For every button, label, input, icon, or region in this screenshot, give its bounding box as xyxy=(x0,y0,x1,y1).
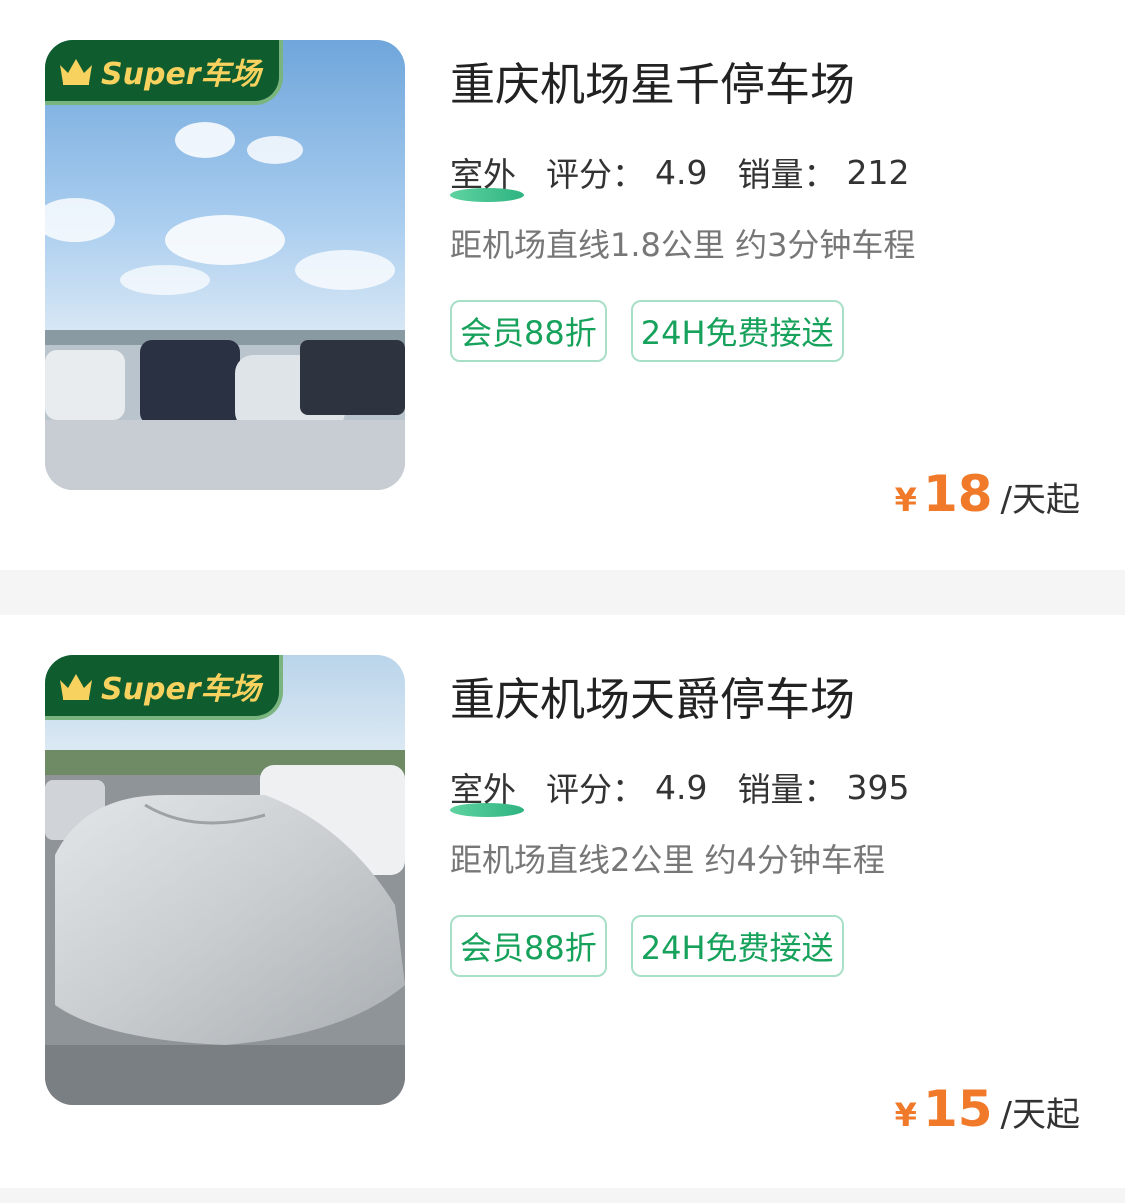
price: ¥ 15 /天起 xyxy=(895,1080,1080,1138)
distance-info: 距机场直线1.8公里 约3分钟车程 xyxy=(450,226,916,264)
tag-free-shuttle: 24H免费接送 xyxy=(630,915,844,977)
rating-value: 4.9 xyxy=(655,767,708,807)
parking-list: Super车场 重庆机场星千停车场 室外 评分： 4.9 销量： 212 距机场… xyxy=(0,0,1125,1203)
parking-name[interactable]: 重庆机场天爵停车场 xyxy=(450,663,855,728)
super-badge: Super车场 xyxy=(45,655,283,720)
price-amount: 15 xyxy=(922,1080,993,1138)
parking-type: 室外 xyxy=(450,148,524,202)
tag-member-discount: 会员88折 xyxy=(450,915,607,977)
card-separator xyxy=(0,1188,1125,1203)
badge-label: Super车场 xyxy=(101,56,261,92)
currency-symbol: ¥ xyxy=(894,481,917,519)
price-unit: /天起 xyxy=(1000,480,1080,520)
parking-type: 室外 xyxy=(450,763,524,817)
sales-label: 销量： xyxy=(737,770,837,809)
parking-card[interactable]: Super车场 重庆机场天爵停车场 室外 评分： 4.9 销量： 395 距机场… xyxy=(0,615,1125,1185)
parking-photo[interactable]: Super车场 xyxy=(45,40,405,490)
parking-lot-image xyxy=(45,655,405,1105)
currency-symbol: ¥ xyxy=(894,1096,917,1134)
sales-value: 212 xyxy=(846,152,910,192)
rating-label: 评分： xyxy=(546,770,645,809)
sales-label: 销量： xyxy=(737,155,837,194)
price: ¥ 18 /天起 xyxy=(895,465,1080,523)
rating-label: 评分： xyxy=(546,155,645,194)
parking-meta: 室外 评分： 4.9 销量： 395 xyxy=(450,763,910,817)
badge-label: Super车场 xyxy=(101,671,261,707)
sales-value: 395 xyxy=(846,767,910,807)
super-badge: Super车场 xyxy=(45,40,283,105)
parking-lot-image xyxy=(45,40,405,490)
price-amount: 18 xyxy=(922,465,993,523)
card-separator xyxy=(0,570,1125,615)
parking-meta: 室外 评分： 4.9 销量： 212 xyxy=(450,148,910,202)
crown-icon xyxy=(60,673,92,700)
rating-value: 4.9 xyxy=(655,152,708,192)
parking-type-label: 室外 xyxy=(450,770,516,809)
parking-card[interactable]: Super车场 重庆机场星千停车场 室外 评分： 4.9 销量： 212 距机场… xyxy=(0,0,1125,570)
crown-icon xyxy=(60,58,92,85)
tag-free-shuttle: 24H免费接送 xyxy=(630,300,844,362)
distance-info: 距机场直线2公里 约4分钟车程 xyxy=(450,841,885,879)
tag-list: 会员88折 24H免费接送 xyxy=(450,915,868,977)
parking-photo[interactable]: Super车场 xyxy=(45,655,405,1105)
parking-type-label: 室外 xyxy=(450,155,516,194)
parking-name[interactable]: 重庆机场星千停车场 xyxy=(450,48,855,113)
tag-list: 会员88折 24H免费接送 xyxy=(450,300,868,362)
tag-member-discount: 会员88折 xyxy=(450,300,607,362)
price-unit: /天起 xyxy=(1000,1095,1080,1135)
